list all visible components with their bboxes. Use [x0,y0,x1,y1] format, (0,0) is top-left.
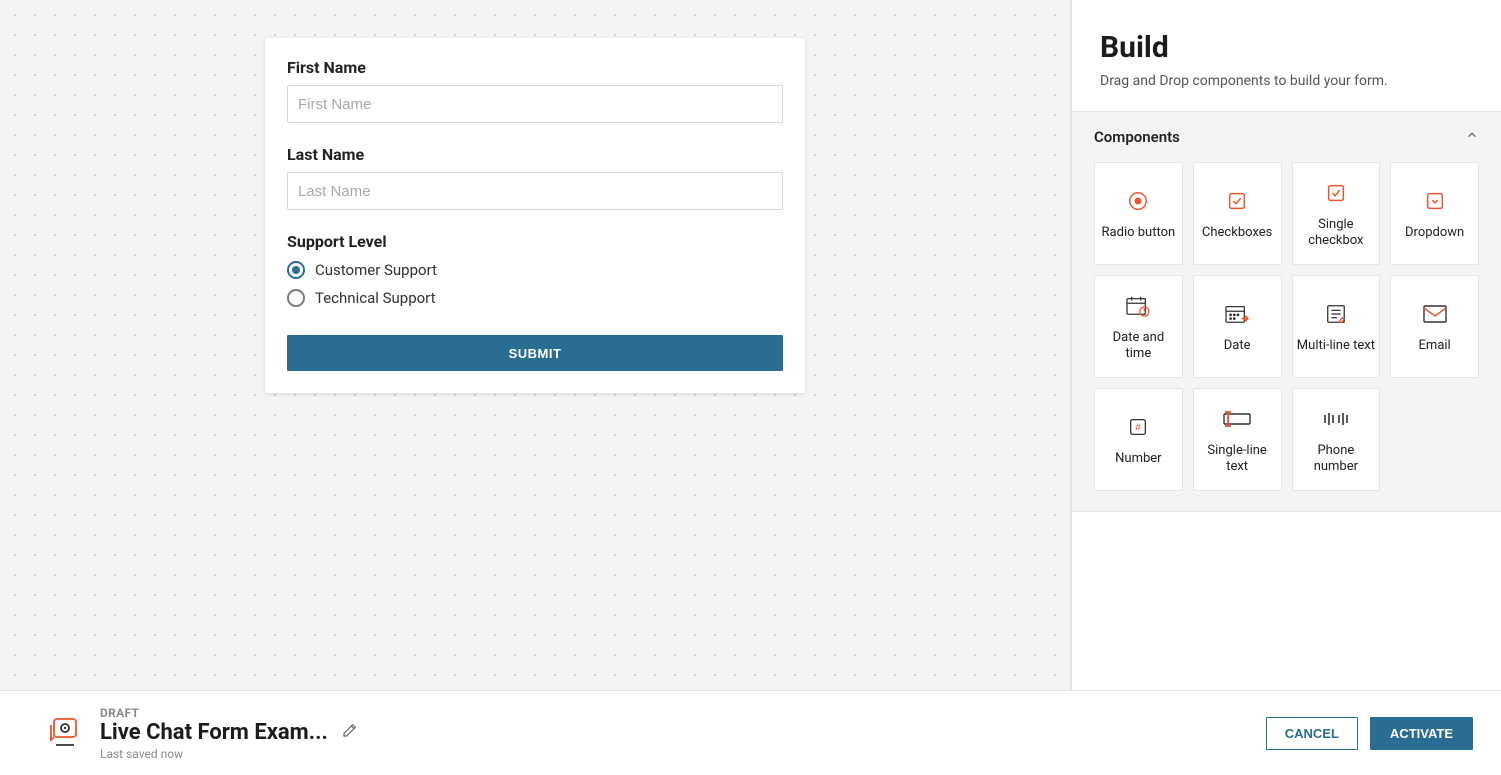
dropdown-icon [1424,187,1446,215]
submit-button[interactable]: SUBMIT [287,335,783,371]
component-number[interactable]: # Number [1094,388,1183,491]
component-label: Single-line text [1198,443,1277,474]
component-date[interactable]: Date [1193,275,1282,378]
edit-name-icon[interactable] [342,722,358,742]
component-multiline-text[interactable]: Multi-line text [1292,275,1381,378]
form-name: Live Chat Form Exam... [100,720,328,745]
radio-label: Customer Support [315,261,437,279]
form-type-icon [48,716,82,750]
single-checkbox-icon [1325,179,1347,207]
component-label: Multi-line text [1297,338,1375,354]
svg-text:#: # [1136,422,1142,433]
component-email[interactable]: Email [1390,275,1479,378]
first-name-input[interactable] [287,85,783,123]
component-label: Phone number [1297,443,1376,474]
panel-title: Build [1100,30,1473,65]
singleline-text-icon [1222,405,1252,433]
component-label: Single checkbox [1297,217,1376,248]
component-label: Checkboxes [1202,225,1272,241]
components-section: Components Radio button [1072,111,1501,512]
field-support-level: Support Level Customer Support Technical… [287,232,783,307]
activate-button[interactable]: ACTIVATE [1370,717,1473,750]
component-single-checkbox[interactable]: Single checkbox [1292,162,1381,265]
component-date-and-time[interactable]: Date and time [1094,275,1183,378]
number-icon: # [1127,413,1149,441]
components-heading-label: Components [1094,128,1180,146]
panel-subtitle: Drag and Drop components to build your f… [1100,73,1473,89]
date-time-icon [1125,292,1151,320]
form-canvas[interactable]: First Name Last Name Support Level Custo… [0,0,1071,690]
last-name-label: Last Name [287,145,783,164]
phone-number-icon [1321,405,1351,433]
status-badge: DRAFT [100,706,1266,720]
component-radio-button[interactable]: Radio button [1094,162,1183,265]
component-singleline-text[interactable]: Single-line text [1193,388,1282,491]
component-phone-number[interactable]: Phone number [1292,388,1381,491]
multiline-text-icon [1325,300,1347,328]
components-toggle[interactable]: Components [1094,128,1479,146]
component-label: Number [1115,451,1161,467]
component-label: Dropdown [1405,225,1464,241]
support-level-label: Support Level [287,232,783,251]
field-first-name: First Name [287,58,783,123]
component-checkboxes[interactable]: Checkboxes [1193,162,1282,265]
footer-bar: DRAFT Live Chat Form Exam... Last saved … [0,690,1501,775]
component-label: Radio button [1102,225,1176,241]
last-name-input[interactable] [287,172,783,210]
radio-button-icon [1127,187,1149,215]
radio-icon [287,261,305,279]
component-label: Date [1224,338,1251,354]
radio-customer-support[interactable]: Customer Support [287,261,783,279]
radio-label: Technical Support [315,289,436,307]
radio-technical-support[interactable]: Technical Support [287,289,783,307]
component-dropdown[interactable]: Dropdown [1390,162,1479,265]
first-name-label: First Name [287,58,783,77]
component-label: Email [1419,338,1451,354]
cancel-button[interactable]: CANCEL [1266,717,1358,750]
email-icon [1422,300,1448,328]
last-saved-text: Last saved now [100,747,1266,761]
date-icon [1224,300,1250,328]
chevron-up-icon [1465,128,1479,146]
component-label: Date and time [1099,330,1178,361]
checkboxes-icon [1226,187,1248,215]
field-last-name: Last Name [287,145,783,210]
form-preview-card: First Name Last Name Support Level Custo… [265,38,805,393]
build-panel: Build Drag and Drop components to build … [1071,0,1501,690]
radio-icon [287,289,305,307]
